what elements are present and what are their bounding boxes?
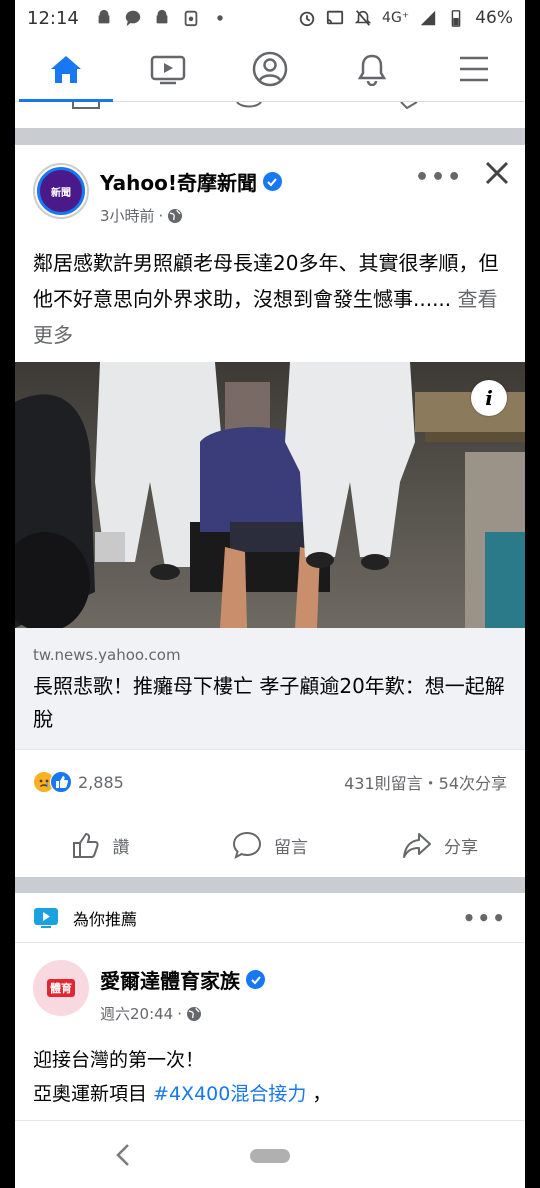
post2-meta: 週六20:44 · — [100, 1003, 202, 1024]
share-icon — [403, 833, 431, 858]
globe-icon — [187, 1006, 202, 1021]
post2-line1: 迎接台灣的第一次！ — [33, 1049, 205, 1071]
info-icon[interactable]: i — [471, 380, 507, 416]
video-icon — [150, 55, 186, 84]
link-domain: tw.news.yahoo.com — [33, 646, 181, 664]
page2-avatar[interactable]: 體育 — [33, 960, 89, 1016]
chat-icon — [125, 10, 141, 27]
notification-icons — [95, 9, 229, 27]
recommended-header: 為你推薦 ••• — [15, 893, 525, 943]
verified-badge-icon — [246, 970, 265, 989]
nav-profile[interactable] — [219, 36, 321, 102]
post2-line2: 亞奧運新項目 #4X400混合接力 ， — [33, 1077, 513, 1111]
previous-post-actions — [15, 102, 525, 128]
battery-icon — [451, 10, 461, 27]
post2-line2-suffix: ， — [306, 1083, 332, 1105]
meta-separator: · — [177, 1004, 183, 1023]
comment-icon — [232, 831, 262, 859]
avatar2-logo: 體育 — [47, 979, 75, 997]
previous-post-action-icons — [72, 102, 418, 110]
post2-header: 體育 愛爾達體育家族 週六20:44 · — [15, 945, 525, 1035]
share-button[interactable]: 分享 — [355, 830, 525, 860]
meta-separator: · — [158, 206, 164, 225]
nav-menu[interactable] — [423, 36, 525, 102]
globe-icon — [168, 208, 183, 223]
comment-share-stats[interactable]: 431則留言・54次分享 — [344, 770, 507, 794]
like-label: 讚 — [112, 837, 130, 858]
page-name[interactable]: Yahoo!奇摩新聞 — [100, 167, 282, 196]
system-nav-bar — [15, 1120, 525, 1188]
reaction-count[interactable]: 2,885 — [78, 773, 124, 792]
post-header: 新聞 Yahoo!奇摩新聞 3小時前 · ••• — [15, 145, 525, 240]
page2-name[interactable]: 愛爾達體育家族 — [100, 965, 265, 994]
status-time: 12:14 — [27, 7, 79, 29]
bell-icon — [357, 54, 387, 86]
page2-name-text: 愛爾達體育家族 — [100, 969, 240, 993]
clipboard-icon — [184, 10, 198, 27]
alarm-icon — [299, 11, 315, 27]
top-nav — [15, 36, 525, 102]
avatar-logo: 新聞 — [37, 167, 85, 215]
post-time[interactable]: 3小時前 — [100, 205, 155, 226]
android-icon — [98, 9, 110, 24]
status-bar: 12:14 4G⁺ 46% — [15, 0, 525, 36]
post-actions: 讚 留言 分享 — [15, 818, 525, 872]
page-avatar[interactable]: 新聞 — [33, 163, 89, 219]
post-body: 鄰居感歎許男照顧老母長達20多年、其實很孝順，但他不好意思向外界求助，沒想到會發… — [33, 251, 499, 311]
back-chevron-icon[interactable] — [111, 1141, 135, 1169]
hashtag-link[interactable]: #4X400混合接力 — [153, 1083, 306, 1105]
verified-badge-icon — [262, 172, 282, 191]
news-photo — [15, 362, 525, 628]
signal-icon — [421, 10, 436, 26]
mute-icon — [354, 10, 372, 26]
post2-time[interactable]: 週六20:44 — [100, 1003, 173, 1024]
page-name-text: Yahoo!奇摩新聞 — [100, 171, 257, 195]
profile-icon — [252, 51, 288, 86]
reaction-icons[interactable] — [33, 771, 72, 793]
home-icon — [51, 55, 81, 83]
comment-button[interactable]: 留言 — [185, 830, 355, 860]
feed-separator — [15, 877, 525, 893]
network-type: 4G⁺ — [382, 10, 410, 26]
post-options-button[interactable]: ••• — [415, 165, 463, 190]
post-meta: 3小時前 · — [100, 205, 183, 226]
comment-label: 留言 — [274, 837, 308, 858]
link-title: 長照悲歌！推癱母下樓亡 孝子顧逾20年歎：想一起解脫 — [33, 674, 505, 731]
recommended-label: 為你推薦 — [73, 909, 138, 929]
post2-line2-prefix: 亞奧運新項目 — [33, 1083, 154, 1105]
link-preview-card[interactable]: tw.news.yahoo.com 長照悲歌！推癱母下樓亡 孝子顧逾20年歎：想… — [15, 628, 525, 750]
battery-percent: 46% — [475, 8, 513, 28]
post-image[interactable]: i — [15, 362, 525, 628]
nav-watch[interactable] — [117, 36, 219, 102]
close-icon[interactable] — [483, 159, 511, 187]
nav-notifications[interactable] — [321, 36, 423, 102]
dot-icon — [217, 15, 223, 21]
post2-text: 迎接台灣的第一次！ 亞奧運新項目 #4X400混合接力 ， — [33, 1043, 513, 1111]
thumbs-up-icon — [72, 832, 99, 858]
post-text: 鄰居感歎許男照顧老母長達20多年、其實很孝順，但他不好意思向外界求助，沒想到會發… — [33, 245, 513, 353]
android-icon — [156, 9, 168, 24]
reactions-bar: 2,885 431則留言・54次分享 — [15, 760, 525, 804]
nav-home[interactable] — [15, 36, 117, 102]
system-icons: 4G⁺ 46% — [298, 8, 513, 28]
like-button[interactable]: 讚 — [15, 830, 185, 860]
feed-separator — [15, 128, 525, 145]
home-gesture-pill[interactable] — [250, 1149, 290, 1163]
like-reaction-icon — [50, 771, 72, 793]
app-screen: 12:14 4G⁺ 46% 新聞 Yahoo!奇摩新聞 3小時前 · ••• 鄰… — [15, 0, 525, 1188]
recommended-options-button[interactable]: ••• — [463, 906, 507, 930]
cast-icon — [326, 10, 344, 25]
watch-recommend-icon — [34, 907, 58, 928]
share-label: 分享 — [444, 837, 478, 858]
hamburger-menu-icon — [460, 56, 488, 81]
